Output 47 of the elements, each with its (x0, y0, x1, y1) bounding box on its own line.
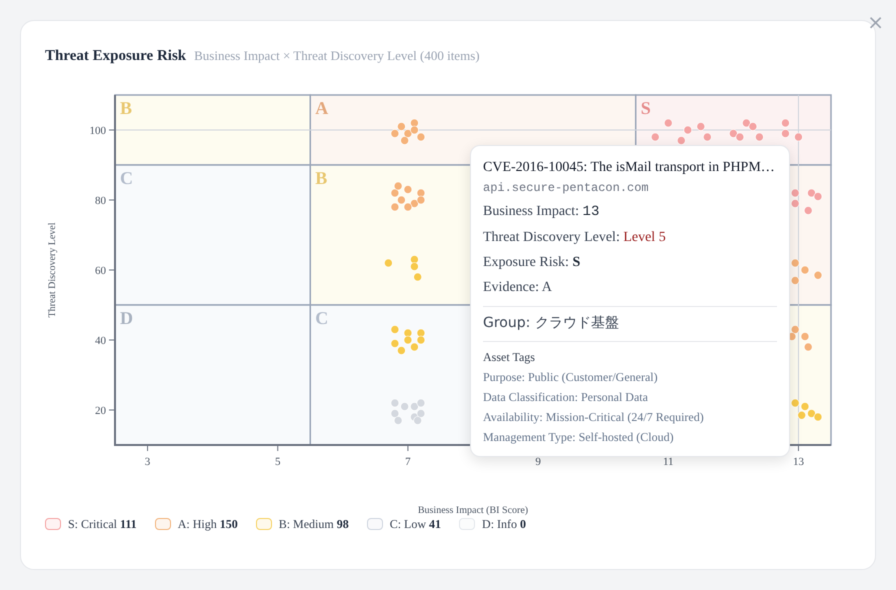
legend-label: A: High 150 (178, 516, 238, 532)
data-point[interactable] (800, 265, 810, 274)
data-point[interactable] (807, 408, 816, 418)
y-tick-label: 40 (95, 334, 106, 346)
y-tick-label: 80 (95, 194, 106, 206)
legend-label: B: Medium 98 (278, 516, 349, 532)
data-point[interactable] (800, 402, 810, 410)
data-point[interactable] (800, 332, 810, 340)
y-axis-title: Threat Discovery Level (47, 222, 58, 317)
x-tick-label: 9 (535, 456, 541, 468)
x-axis-title: Business Impact (BI Score) (418, 504, 528, 516)
group-label: Group: クラウド基盤 (483, 314, 620, 333)
data-point[interactable] (814, 412, 822, 421)
asset-tag: Data Classification: Personal Data (483, 388, 777, 406)
chart-title: Threat Exposure Risk (45, 47, 186, 66)
host-name: api.secure-pentacon.com (483, 180, 650, 197)
data-point[interactable] (410, 125, 419, 134)
chart-subtitle: Business Impact × Threat Discovery Level (400 items) (194, 47, 480, 65)
zone-label: B (315, 168, 328, 188)
x-tick-label: 5 (274, 456, 280, 468)
legend-label: S: Critical 111 (68, 516, 137, 532)
zone-label: S (640, 98, 651, 118)
x-tick-label: 13 (792, 456, 804, 468)
zone-label: A (315, 98, 328, 118)
tooltip-title: CVE-2016-10045: The isMail transport in PHPM… (483, 159, 776, 177)
y-tick-label: 100 (90, 124, 106, 136)
tooltip-field: Exposure Risk: S (483, 252, 777, 273)
zone-label: B (120, 98, 132, 118)
x-tick-label: 3 (144, 456, 150, 468)
y-tick-label: 60 (95, 264, 106, 276)
asset-tag: Availability: Mission-Critical (24/7 Required) (483, 408, 777, 426)
asset-tag: Management Type: Self-hosted (Cloud) (483, 428, 777, 446)
zone-label: C (120, 168, 133, 188)
zone-label: D (120, 308, 133, 328)
x-tick-label: 11 (662, 456, 674, 468)
x-tick-label: 7 (405, 456, 411, 468)
tooltip-field: Business Impact: 13 (483, 201, 777, 223)
legend-label: D: Info 0 (482, 516, 526, 532)
close-button[interactable]: × (867, 12, 884, 32)
legend-label: C: Low 41 (390, 516, 442, 532)
tags-heading: Asset Tags (483, 349, 536, 366)
tooltip-field: Threat Discovery Level: Level 5 (483, 227, 777, 248)
zone-label: C (315, 308, 328, 328)
y-tick-label: 20 (95, 404, 106, 416)
tooltip-field: Evidence: A (483, 277, 777, 298)
asset-tag: Purpose: Public (Customer/General) (483, 368, 777, 386)
data-point[interactable] (404, 202, 412, 211)
